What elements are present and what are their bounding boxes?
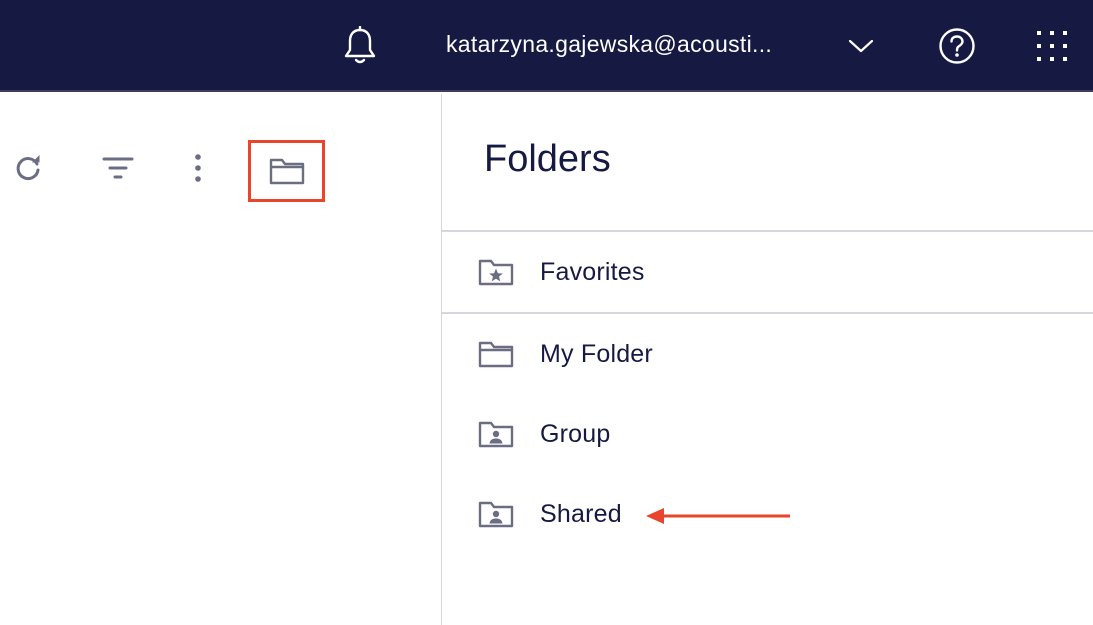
panel-title: Folders: [484, 138, 611, 180]
refresh-button[interactable]: [10, 150, 46, 186]
divider: [442, 312, 1093, 314]
folder-item-label: My Folder: [540, 339, 653, 368]
favorites-folder-icon: [477, 256, 515, 288]
chevron-down-icon: [848, 39, 874, 53]
account-email[interactable]: katarzyna.gajewska@acousti...: [446, 31, 772, 58]
account-menu-toggle[interactable]: [845, 30, 877, 62]
help-button[interactable]: [935, 24, 979, 68]
folder-item-label: Favorites: [540, 257, 645, 286]
folder-icon: [477, 338, 515, 370]
filter-button[interactable]: [100, 150, 136, 186]
bell-icon: [344, 26, 376, 64]
folder-item-label: Shared: [540, 499, 622, 528]
more-options-button[interactable]: [180, 150, 216, 186]
divider: [442, 230, 1093, 232]
folder-icon: [269, 158, 304, 185]
group-folder-icon: [477, 418, 515, 450]
folders-toggle-button[interactable]: [248, 140, 325, 202]
more-vertical-icon: [195, 154, 201, 182]
refresh-icon: [16, 155, 40, 180]
top-header-bar: katarzyna.gajewska@acousti...: [0, 0, 1093, 92]
filter-icon: [102, 157, 134, 179]
folder-item-my-folder[interactable]: My Folder: [442, 324, 1093, 384]
folder-item-label: Group: [540, 419, 611, 448]
apps-launcher-button[interactable]: [1030, 24, 1074, 68]
notifications-button[interactable]: [338, 24, 382, 68]
annotation-arrow-icon: [646, 508, 790, 524]
folders-panel: Folders Favorites My Folder Group Shared: [442, 94, 1093, 625]
folder-item-group[interactable]: Group: [442, 404, 1093, 464]
folder-item-favorites[interactable]: Favorites: [442, 242, 1093, 302]
grid-icon: [1037, 31, 1067, 61]
help-circle-icon: [939, 28, 975, 64]
content-list-panel: [0, 94, 442, 625]
shared-folder-icon: [477, 498, 515, 530]
